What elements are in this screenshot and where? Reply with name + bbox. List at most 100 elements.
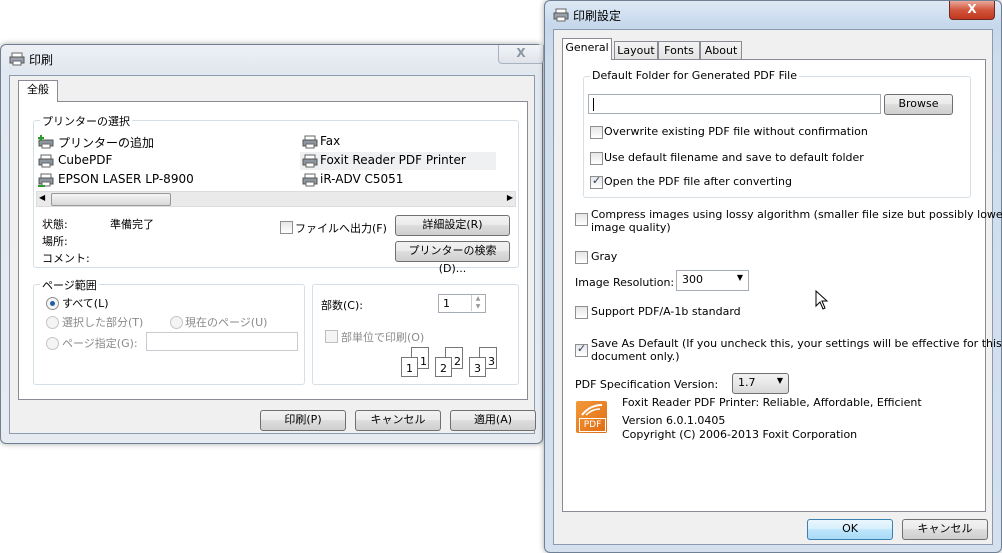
printer-icon — [302, 154, 318, 168]
printer-item[interactable]: CubePDF — [36, 152, 276, 170]
copies-group: 部数(C): 1 ▲ ▼ 部単位で印刷(O) 1 1 2 2 3 3 — [312, 284, 519, 385]
preferences-button[interactable]: 詳細設定(R) — [395, 215, 510, 236]
print-dialog-titlebar[interactable]: 印刷 X — [1, 45, 544, 73]
ok-button[interactable]: OK — [807, 519, 893, 540]
image-resolution-label: Image Resolution: — [575, 276, 675, 289]
foxit-swoosh-icon — [581, 404, 603, 416]
settings-cancel-button[interactable]: キャンセル — [902, 519, 988, 540]
settings-titlebar[interactable]: 印刷設定 X — [545, 1, 1001, 29]
status-value: 準備完了 — [110, 218, 154, 231]
tab-about[interactable]: About — [700, 41, 742, 60]
printer-item[interactable]: プリンターの追加 — [36, 133, 276, 151]
print-to-file-checkbox[interactable] — [280, 221, 293, 234]
printer-item[interactable]: Fax — [300, 133, 500, 151]
overwrite-label: Overwrite existing PDF file without conf… — [604, 125, 868, 138]
printer-item[interactable]: iR-ADV C5051 — [300, 171, 500, 189]
fax-printer-icon — [302, 135, 318, 149]
tab-label: Layout — [617, 44, 655, 57]
add-printer-icon — [38, 135, 54, 149]
printer-name: EPSON LASER LP-8900 — [58, 172, 194, 186]
default-folder-legend: Default Folder for Generated PDF File — [590, 69, 799, 82]
network-printer-icon — [38, 173, 54, 187]
tab-fonts[interactable]: Fonts — [658, 41, 700, 60]
save-as-default-checkbox[interactable] — [575, 342, 588, 357]
pdf-spec-label: PDF Specification Version: — [575, 378, 719, 391]
collate-checkbox[interactable] — [325, 330, 338, 343]
gray-checkbox[interactable] — [575, 251, 588, 264]
settings-client: General Layout Fonts About Default Folde… — [553, 29, 1002, 545]
tab-label: Fonts — [664, 44, 694, 57]
collate-page-sheet: 3 — [469, 357, 486, 377]
status-label: 状態: — [42, 218, 68, 231]
default-filename-label: Use default filename and save to default… — [604, 151, 864, 164]
printer-name: iR-ADV C5051 — [320, 172, 404, 186]
selection-label: 選択した部分(T) — [62, 316, 144, 329]
current-page-label: 現在のページ(U) — [185, 316, 268, 329]
page-range-input[interactable] — [146, 332, 298, 351]
print-button[interactable]: 印刷(P) — [260, 410, 346, 431]
tab-layout[interactable]: Layout — [614, 41, 658, 60]
compress-images-label-line2: image quality) — [591, 221, 671, 234]
current-page-radio[interactable] — [170, 316, 183, 329]
default-folder-input[interactable] — [588, 94, 881, 114]
collate-label: 部単位で印刷(O) — [341, 331, 425, 344]
default-filename-checkbox[interactable] — [590, 152, 603, 165]
printer-item[interactable]: EPSON LASER LP-8900 — [36, 171, 276, 189]
copies-stepper[interactable]: 1 ▲ ▼ — [438, 294, 486, 313]
tab-general-jp[interactable]: 全般 — [18, 80, 58, 102]
scroll-right-icon[interactable]: ▶ — [507, 193, 513, 202]
printer-name: プリンターの追加 — [58, 136, 155, 150]
print-close-button[interactable]: X — [498, 45, 544, 64]
print-dialog-client: 全般 プリンターの選択 プリンターの追加 Fax CubePDF Foxit R… — [9, 75, 536, 434]
pdfa-checkbox[interactable] — [575, 306, 588, 319]
cancel-button[interactable]: キャンセル — [355, 410, 441, 431]
print-settings-dialog: 印刷設定 X General Layout Fonts About Defaul… — [544, 0, 1002, 553]
apply-button[interactable]: 適用(A) — [450, 410, 536, 431]
browse-button[interactable]: Browse — [884, 94, 953, 115]
image-resolution-select[interactable]: 300 ▼ — [676, 270, 749, 291]
scroll-left-icon[interactable]: ◀ — [39, 193, 45, 202]
mouse-cursor-icon — [815, 290, 829, 310]
stepper-down-icon[interactable]: ▼ — [471, 303, 484, 311]
printer-name: Fax — [320, 134, 341, 148]
printer-item-selected[interactable]: Foxit Reader PDF Printer — [300, 152, 496, 170]
printer-icon — [9, 52, 25, 66]
pdf-spec-select[interactable]: 1.7 ▼ — [732, 373, 789, 394]
overwrite-checkbox[interactable] — [590, 126, 603, 139]
page-range-radio[interactable] — [46, 337, 59, 350]
printer-name: Foxit Reader PDF Printer — [320, 153, 466, 167]
page-range-group: ページ範囲 すべて(L) 選択した部分(T) 現在のページ(U) ページ指定(G… — [33, 277, 305, 385]
copyright-line: Copyright (C) 2006-2013 Foxit Corporatio… — [622, 428, 858, 441]
printer-icon — [302, 173, 318, 187]
compress-images-label-line1: Compress images using lossy algorithm (s… — [591, 208, 1002, 221]
collate-page-sheet: 2 — [435, 357, 452, 377]
printer-selection-group: プリンターの選択 プリンターの追加 Fax CubePDF Foxit Read… — [33, 113, 519, 275]
printer-icon — [553, 8, 569, 22]
location-label: 場所: — [42, 235, 68, 248]
chevron-down-icon: ▼ — [736, 273, 743, 282]
print-dialog-title: 印刷 — [29, 53, 54, 67]
collate-pages-illustration: 1 1 2 2 3 3 — [401, 345, 511, 377]
comment-label: コメント: — [42, 252, 90, 265]
open-pdf-checkbox[interactable] — [590, 174, 603, 189]
settings-close-button[interactable]: X — [949, 1, 995, 20]
stepper-up-icon[interactable]: ▲ — [471, 295, 484, 303]
print-to-file-label: ファイルへ出力(F) — [295, 222, 387, 235]
find-printer-button[interactable]: プリンターの検索(D)... — [395, 241, 510, 275]
tab-general[interactable]: General — [562, 38, 612, 60]
foxit-logo: PDF — [576, 401, 607, 433]
scrollbar-thumb[interactable] — [51, 193, 171, 206]
logo-text: PDF — [579, 418, 606, 432]
save-as-default-label-line2: document only.) — [591, 350, 680, 363]
all-pages-radio[interactable] — [46, 297, 59, 310]
chevron-down-icon: ▼ — [776, 376, 783, 385]
selection-radio[interactable] — [46, 316, 59, 329]
print-dialog: 印刷 X 全般 プリンターの選択 プリンターの追加 Fax CubePDF Fo… — [0, 44, 544, 444]
printer-list-scrollbar[interactable]: ◀ ▶ — [36, 191, 516, 207]
compress-images-checkbox[interactable] — [575, 213, 588, 226]
general-tab-page: Default Folder for Generated PDF File Br… — [562, 59, 1002, 512]
printer-selection-legend: プリンターの選択 — [40, 113, 132, 129]
tab-label: 全般 — [27, 83, 49, 96]
default-folder-group: Default Folder for Generated PDF File Br… — [583, 69, 971, 198]
printer-name: CubePDF — [58, 153, 113, 167]
